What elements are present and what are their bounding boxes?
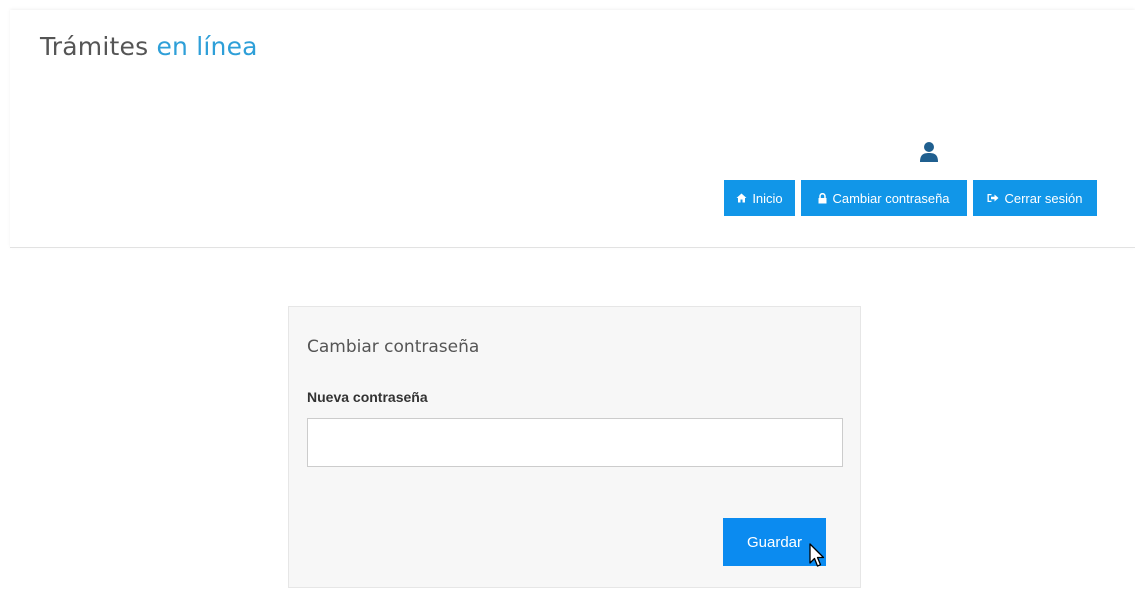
- home-icon: [736, 193, 747, 203]
- panel-title: Cambiar contraseña: [307, 337, 480, 357]
- user-icon: [920, 142, 938, 162]
- nav-inicio-button[interactable]: Inicio: [724, 180, 795, 216]
- new-password-label: Nueva contraseña: [307, 389, 428, 405]
- lock-icon: [818, 192, 827, 203]
- brand-word-tramites: Trámites: [40, 32, 149, 61]
- nav-cambiar-label: Cambiar contraseña: [832, 190, 950, 206]
- new-password-input[interactable]: [307, 418, 843, 467]
- change-password-panel: Cambiar contraseña Nueva contraseña Guar…: [288, 306, 861, 588]
- nav-cambiar-contrasena-button[interactable]: Cambiar contraseña: [801, 180, 967, 216]
- sign-out-icon: [987, 194, 999, 202]
- save-button[interactable]: Guardar: [723, 518, 826, 566]
- site-brand[interactable]: Trámites en línea: [40, 32, 258, 61]
- nav-inicio-label: Inicio: [752, 190, 783, 206]
- nav-cerrar-sesion-button[interactable]: Cerrar sesión: [973, 180, 1097, 216]
- brand-word-en-linea: en línea: [156, 32, 258, 61]
- nav-cerrar-label: Cerrar sesión: [1004, 190, 1083, 206]
